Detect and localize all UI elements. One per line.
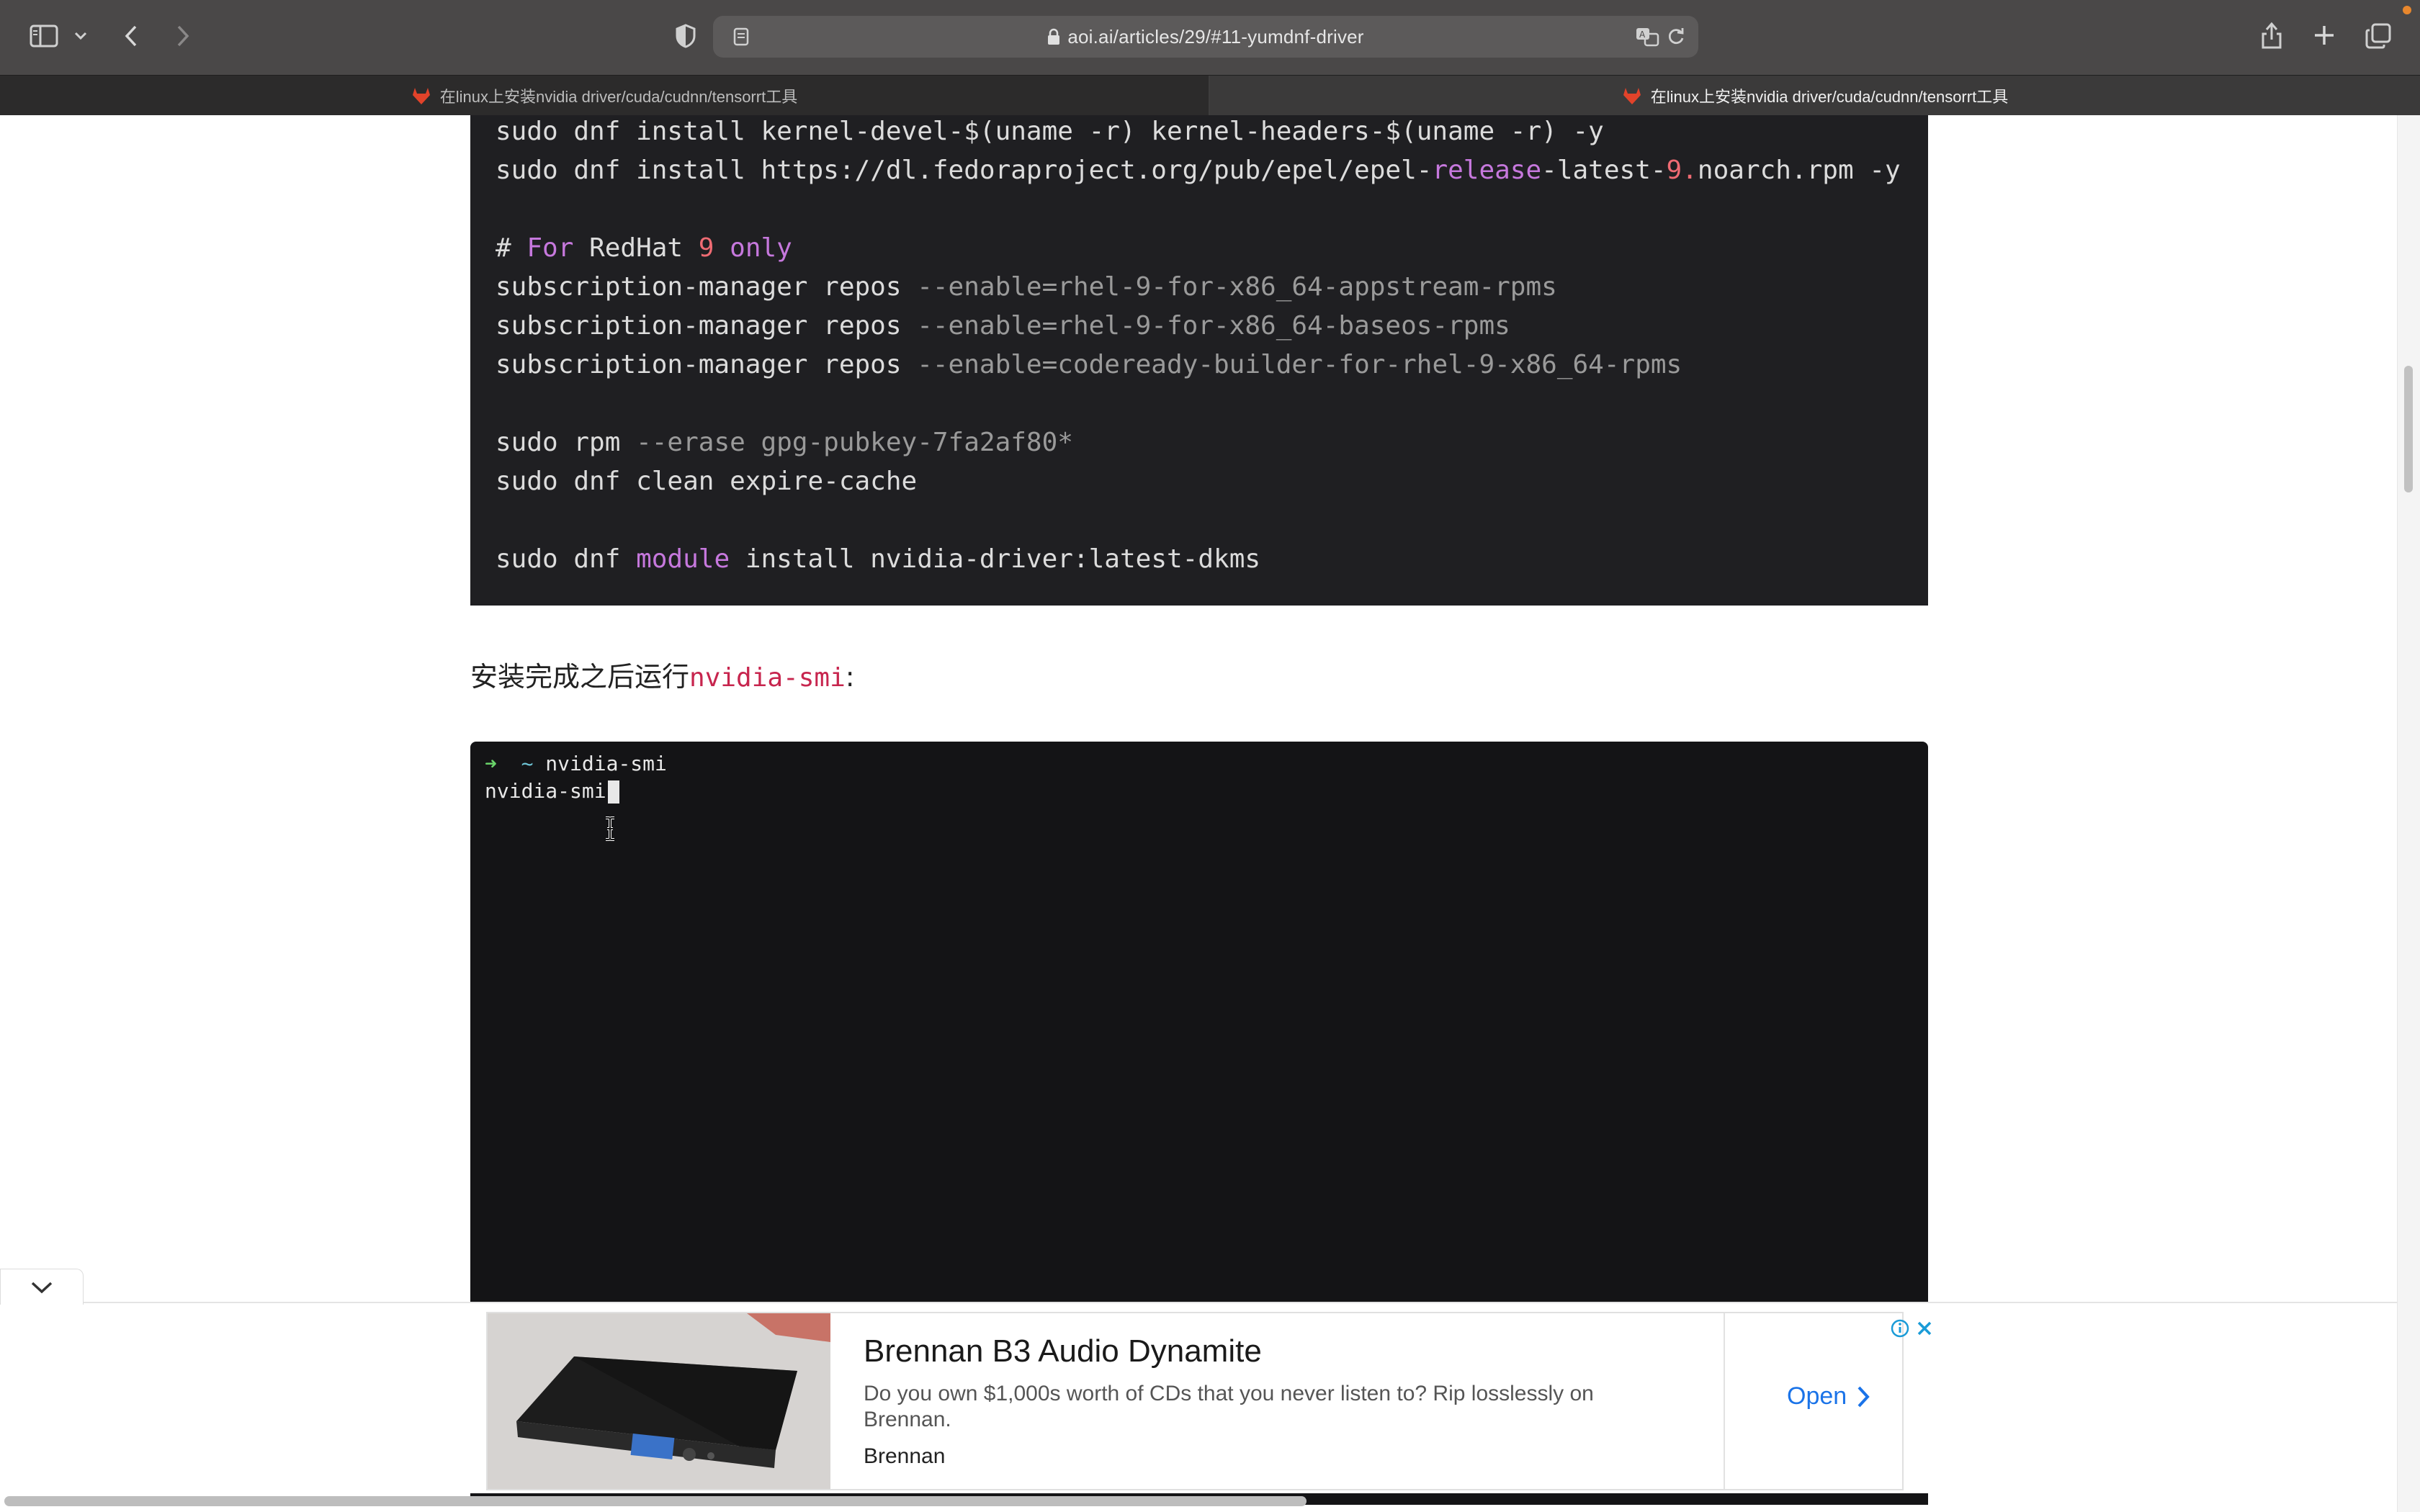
code-token: module (636, 544, 730, 574)
prompt-arrow: ➜ (485, 752, 497, 775)
new-tab-icon[interactable] (2311, 22, 2338, 49)
code-line: sudo dnf module install nvidia-driver:la… (496, 540, 1260, 579)
code-block: sudo dnf install kernel-devel-$(uname -r… (470, 115, 1928, 606)
code-line: sudo dnf install kernel-devel-$(uname -r… (496, 112, 1604, 151)
code-token: noarch.rpm -y (1697, 156, 1901, 185)
tab-title: 在linux上安装nvidia driver/cuda/cudnn/tensor… (1650, 88, 2009, 106)
terminal-prompt-line: ➜ ~ nvidia-smi (485, 750, 667, 778)
prompt-dir: ~ (521, 752, 534, 775)
code-token: sudo dnf (496, 544, 637, 574)
code-token: subscription-manager repos (496, 311, 918, 341)
reload-icon[interactable] (1665, 26, 1687, 48)
address-bar[interactable]: aoi.ai/articles/29/#11-yumdnf-driver A (713, 16, 1698, 58)
terminal-command: nvidia-smi (545, 752, 667, 775)
gitlab-favicon-icon (412, 88, 430, 104)
code-token: --enable=rhel-9-for-x86_64-appstream-rpm… (917, 272, 1557, 302)
code-token: --enable=rhel-9-for-x86_64-baseos-rpms (917, 311, 1510, 341)
ad-divider (1724, 1313, 1725, 1489)
close-icon[interactable] (1917, 1320, 1932, 1336)
back-icon[interactable] (118, 22, 144, 50)
terminal-echo: nvidia-smi (485, 779, 606, 803)
code-token: --enable=codeready-builder-for-rhel-9-x8… (917, 350, 1682, 379)
code-line: subscription-manager repos --enable=rhel… (496, 307, 1510, 346)
ad-brand: Brennan (864, 1444, 946, 1468)
notification-dot (2403, 6, 2411, 14)
code-token: install nvidia-driver:latest-dkms (730, 544, 1261, 574)
code-token: only (730, 233, 792, 263)
vertical-scrollbar-track[interactable] (2397, 115, 2420, 1512)
gitlab-favicon-icon (1623, 88, 1641, 104)
tab-title: 在linux上安装nvidia driver/cuda/cudnn/tensor… (439, 88, 798, 106)
paragraph-text: 安装完成之后运行 (470, 661, 690, 693)
code-token: subscription-manager repos (496, 350, 918, 379)
code-token: -latest- (1541, 156, 1667, 185)
tab-article-1[interactable]: 在linux上安装nvidia driver/cuda/cudnn/tensor… (0, 76, 1209, 116)
terminal-cursor (607, 780, 619, 804)
code-line: sudo dnf install https://dl.fedoraprojec… (496, 151, 1901, 190)
code-line: sudo dnf clean expire-cache (496, 462, 917, 501)
code-token: sudo dnf install kernel-devel-$(uname -r… (496, 117, 1604, 146)
code-token: For (526, 233, 574, 263)
code-line: sudo rpm --erase gpg-pubkey-7fa2af80* (496, 423, 1073, 462)
tab-strip: 在linux上安装nvidia driver/cuda/cudnn/tensor… (0, 75, 2420, 116)
ad-product-image[interactable] (488, 1313, 830, 1489)
ad-description: Do you own $1,000s worth of CDs that you… (864, 1382, 1594, 1431)
url-field[interactable]: aoi.ai/articles/29/#11-yumdnf-driver (713, 16, 1698, 58)
chevron-down-icon (31, 1282, 53, 1293)
code-token: sudo dnf clean expire-cache (496, 467, 918, 496)
code-line: subscription-manager repos --enable=code… (496, 346, 1682, 384)
code-line: subscription-manager repos --enable=rhel… (496, 268, 1557, 307)
vertical-scrollbar-thumb[interactable] (2404, 366, 2413, 492)
terminal-echo-line: nvidia-smi (485, 778, 619, 805)
inline-code: nvidia-smi (689, 663, 846, 693)
code-token: subscription-manager repos (496, 272, 918, 302)
code-line: # For RedHat 9 only (496, 229, 792, 268)
ad-card[interactable]: Brennan B3 Audio Dynamite Do you own $1,… (486, 1312, 1932, 1490)
tab-article-2[interactable]: 在linux上安装nvidia driver/cuda/cudnn/tensor… (1210, 76, 2420, 116)
code-token: release (1432, 156, 1542, 185)
browser-toolbar: aoi.ai/articles/29/#11-yumdnf-driver A (0, 0, 2420, 75)
sidebar-icon[interactable] (27, 22, 60, 50)
ad-title[interactable]: Brennan B3 Audio Dynamite (864, 1333, 1262, 1369)
shield-icon[interactable] (671, 22, 700, 50)
code-token: RedHat (573, 233, 699, 263)
translate-icon[interactable]: A (1634, 24, 1662, 49)
code-token: # (496, 233, 527, 263)
share-icon[interactable] (2257, 19, 2286, 52)
chevron-right-icon (1857, 1386, 1870, 1407)
code-token: 9. (1666, 156, 1698, 185)
code-token: --erase gpg-pubkey-7fa2af80* (636, 428, 1073, 457)
forward-icon[interactable] (170, 22, 196, 50)
horizontal-scrollbar-thumb[interactable] (4, 1496, 1307, 1506)
tab-overview-icon[interactable] (2364, 22, 2393, 50)
svg-text:A: A (1639, 30, 1646, 40)
ad-open-button[interactable]: Open (1787, 1382, 1870, 1410)
code-token: 9 (698, 233, 714, 263)
lock-icon (1047, 28, 1060, 45)
ad-collapse-button[interactable] (0, 1269, 84, 1305)
code-token: sudo rpm (496, 428, 637, 457)
text-cursor-icon (604, 816, 617, 845)
url-text: aoi.ai/articles/29/#11-yumdnf-driver (1067, 25, 1364, 48)
ad-open-label: Open (1787, 1382, 1847, 1410)
code-token: sudo dnf install https://dl.fedoraprojec… (496, 156, 1433, 185)
info-icon[interactable] (1891, 1319, 1909, 1338)
chevron-down-icon[interactable] (71, 26, 91, 46)
article-paragraph: 安装完成之后运行nvidia-smi: (470, 655, 855, 698)
paragraph-suffix: : (845, 661, 855, 693)
ad-choices[interactable] (1891, 1319, 1932, 1338)
